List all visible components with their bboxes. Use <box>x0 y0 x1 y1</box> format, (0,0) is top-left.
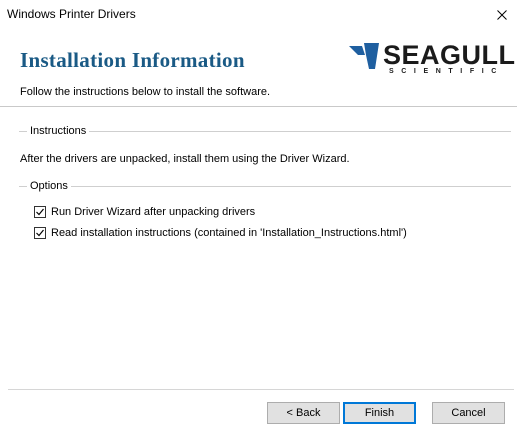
title-bar: Windows Printer Drivers <box>0 0 517 30</box>
close-button[interactable] <box>487 0 517 30</box>
finish-button[interactable]: Finish <box>343 402 416 424</box>
back-button[interactable]: < Back <box>267 402 340 424</box>
read-instructions-checkbox[interactable] <box>34 227 46 239</box>
logo-subtext: SCIENTIFIC <box>389 68 504 75</box>
page-subtitle: Follow the instructions below to install… <box>20 86 271 98</box>
run-driver-wizard-option[interactable]: Run Driver Wizard after unpacking driver… <box>34 206 255 218</box>
cancel-button[interactable]: Cancel <box>432 402 505 424</box>
footer-divider <box>8 389 514 390</box>
header-divider <box>0 106 517 107</box>
checkmark-icon <box>36 208 44 216</box>
logo-wordmark: SEAGULL <box>383 40 516 70</box>
close-icon <box>497 10 507 20</box>
checkmark-icon <box>36 229 44 237</box>
wizard-header: Installation Information Follow the inst… <box>0 30 517 106</box>
window-title: Windows Printer Drivers <box>7 7 136 21</box>
run-driver-wizard-label: Run Driver Wizard after unpacking driver… <box>51 206 256 218</box>
installer-window: Windows Printer Drivers Installation Inf… <box>0 0 517 430</box>
read-instructions-option[interactable]: Read installation instructions (containe… <box>34 227 407 239</box>
instructions-group-label: Instructions <box>27 125 90 137</box>
options-group-label: Options <box>27 180 71 192</box>
read-instructions-label: Read installation instructions (containe… <box>51 227 407 239</box>
seagull-logo-mark <box>349 43 379 69</box>
instructions-text: After the drivers are unpacked, install … <box>20 153 350 165</box>
page-title: Installation Information <box>20 48 245 72</box>
seagull-logo: SEAGULL SCIENTIFIC <box>349 40 517 78</box>
instructions-group: Instructions <box>19 125 511 172</box>
run-driver-wizard-checkbox[interactable] <box>34 206 46 218</box>
